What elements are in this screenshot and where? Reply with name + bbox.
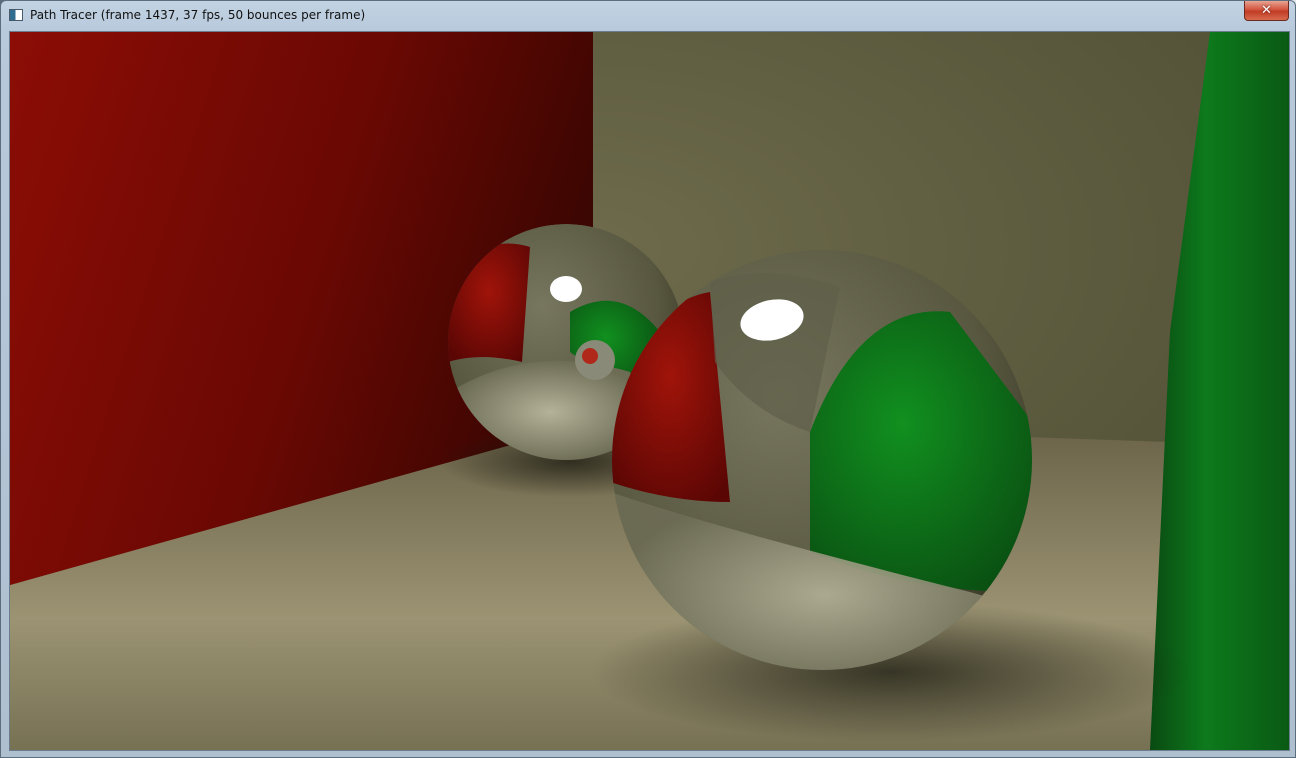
window-title: Path Tracer (frame 1437, 37 fps, 50 boun… (30, 8, 366, 22)
app-window: Path Tracer (frame 1437, 37 fps, 50 boun… (0, 0, 1296, 758)
close-button[interactable]: ✕ (1244, 1, 1289, 21)
close-icon: ✕ (1261, 3, 1272, 18)
render-viewport[interactable] (9, 31, 1290, 751)
title-bar[interactable]: Path Tracer (frame 1437, 37 fps, 50 boun… (1, 1, 1295, 31)
rendered-scene (10, 32, 1289, 750)
app-icon (9, 9, 23, 21)
